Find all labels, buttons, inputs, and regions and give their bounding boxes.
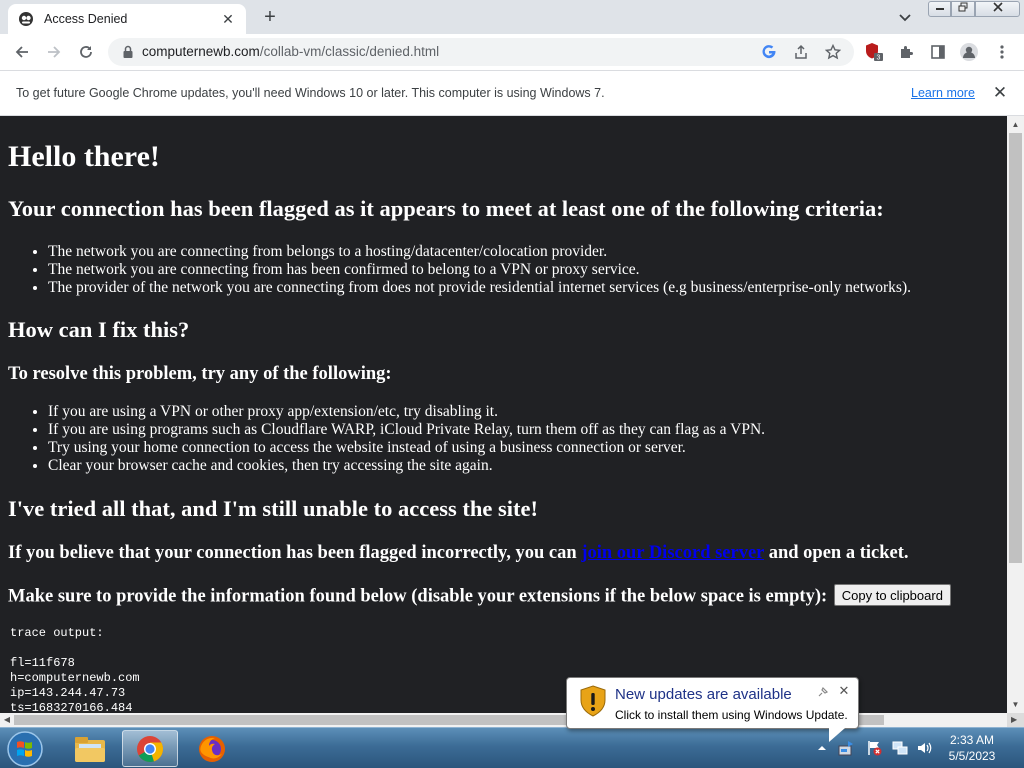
side-panel-icon[interactable] (928, 42, 948, 62)
tab-strip: Access Denied ✕ + (0, 0, 1024, 34)
window-restore-button[interactable] (951, 1, 975, 17)
clock-time: 2:33 AM (949, 733, 995, 747)
clock-date: 5/5/2023 (948, 749, 996, 763)
notification-close-icon[interactable]: ✕ (837, 684, 851, 698)
warning-shield-icon (579, 685, 607, 717)
action-center-flag-icon[interactable] (866, 740, 882, 756)
chrome-menu-icon[interactable] (992, 42, 1012, 62)
vertical-scroll-thumb[interactable] (1009, 133, 1022, 563)
criteria-heading: Your connection has been flagged as it a… (8, 196, 884, 221)
tab-title: Access Denied (44, 12, 128, 26)
scroll-down-icon[interactable]: ▼ (1007, 696, 1024, 713)
list-item: Try using your home connection to access… (48, 439, 765, 457)
vertical-scrollbar[interactable]: ▲ ▼ (1007, 116, 1024, 713)
copy-to-clipboard-button[interactable]: Copy to clipboard (833, 584, 951, 606)
browser-toolbar: computernewb.com/collab-vm/classic/denie… (0, 34, 1024, 70)
trace-label: trace output: (10, 626, 104, 640)
notification-text: Click to install them using Windows Upda… (615, 708, 848, 722)
criteria-list: The network you are connecting from belo… (48, 243, 911, 297)
list-item: The provider of the network you are conn… (48, 279, 911, 297)
volume-icon[interactable] (916, 740, 932, 756)
update-notification-balloon[interactable]: New updates are available Click to insta… (566, 677, 859, 742)
trace-line: ip=143.244.47.73 (10, 686, 126, 700)
fix-heading: How can I fix this? (8, 317, 190, 342)
taskbar-firefox-icon[interactable] (184, 730, 240, 767)
windows-update-tray-icon[interactable] (838, 740, 854, 756)
list-item: If you are using a VPN or other proxy ap… (48, 403, 765, 421)
taskbar-explorer-icon[interactable] (62, 730, 118, 767)
taskbar-clock[interactable]: 2:33 AM 5/5/2023 (936, 732, 1008, 764)
window-minimize-button[interactable] (928, 1, 951, 17)
google-lens-icon[interactable] (760, 43, 778, 61)
window-close-button[interactable] (975, 1, 1020, 17)
url-text[interactable]: computernewb.com/collab-vm/classic/denie… (142, 38, 439, 66)
extensions-puzzle-icon[interactable] (896, 42, 916, 62)
trace-line: ts=1683270166.484 (10, 701, 133, 713)
show-hidden-icons-icon[interactable] (816, 741, 832, 757)
scroll-right-icon[interactable]: ▶ (1011, 713, 1017, 727)
address-bar[interactable]: computernewb.com/collab-vm/classic/denie… (108, 38, 854, 66)
new-tab-button[interactable]: + (258, 6, 282, 28)
flagged-paragraph: If you believe that your connection has … (8, 543, 909, 563)
pin-icon[interactable] (817, 686, 829, 698)
trace-output: trace output: fl=11f678 h=computernewb.co… (10, 626, 140, 713)
start-button[interactable] (4, 730, 46, 768)
list-item: The network you are connecting from has … (48, 261, 911, 279)
network-icon[interactable] (892, 740, 908, 756)
update-infobar: To get future Google Chrome updates, you… (0, 70, 1024, 116)
lock-icon[interactable] (120, 44, 136, 60)
list-item: The network you are connecting from belo… (48, 243, 911, 261)
learn-more-link[interactable]: Learn more (911, 71, 975, 115)
tab-close-icon[interactable]: ✕ (220, 11, 236, 27)
list-item: If you are using programs such as Cloudf… (48, 421, 765, 439)
trace-line: h=computernewb.com (10, 671, 140, 685)
infobar-message: To get future Google Chrome updates, you… (16, 86, 605, 100)
scroll-up-icon[interactable]: ▲ (1007, 116, 1024, 133)
windows-taskbar: 2:33 AM 5/5/2023 (0, 727, 1024, 768)
back-arrow-icon[interactable] (12, 42, 32, 62)
page-title: Hello there! (8, 140, 160, 173)
trace-line: fl=11f678 (10, 656, 75, 670)
scrollbar-corner: ▶ (1007, 713, 1024, 727)
page-viewport: Hello there! Your connection has been fl… (0, 116, 1007, 713)
notification-title: New updates are available (615, 686, 792, 703)
bookmark-star-icon[interactable] (824, 43, 842, 61)
scroll-left-icon[interactable]: ◀ (0, 713, 14, 727)
favicon-icon (18, 11, 34, 27)
provide-info-paragraph: Make sure to provide the information fou… (8, 584, 951, 608)
profile-avatar-icon[interactable] (959, 42, 979, 62)
svg-text:3: 3 (877, 55, 881, 62)
taskbar-chrome-icon[interactable] (122, 730, 178, 767)
tried-heading: I've tried all that, and I'm still unabl… (8, 496, 538, 521)
infobar-close-icon[interactable]: ✕ (990, 83, 1010, 103)
balloon-tail (829, 728, 845, 742)
forward-arrow-icon[interactable] (44, 42, 64, 62)
reload-icon[interactable] (76, 42, 96, 62)
discord-link[interactable]: join our Discord server (581, 543, 764, 563)
extension-shield-icon[interactable]: 3 (864, 42, 884, 62)
fixes-list: If you are using a VPN or other proxy ap… (48, 403, 765, 475)
resolve-heading: To resolve this problem, try any of the … (8, 364, 392, 384)
list-item: Clear your browser cache and cookies, th… (48, 457, 765, 475)
tab-search-icon[interactable] (896, 8, 914, 26)
tab-access-denied[interactable]: Access Denied ✕ (8, 4, 246, 34)
share-icon[interactable] (792, 43, 810, 61)
